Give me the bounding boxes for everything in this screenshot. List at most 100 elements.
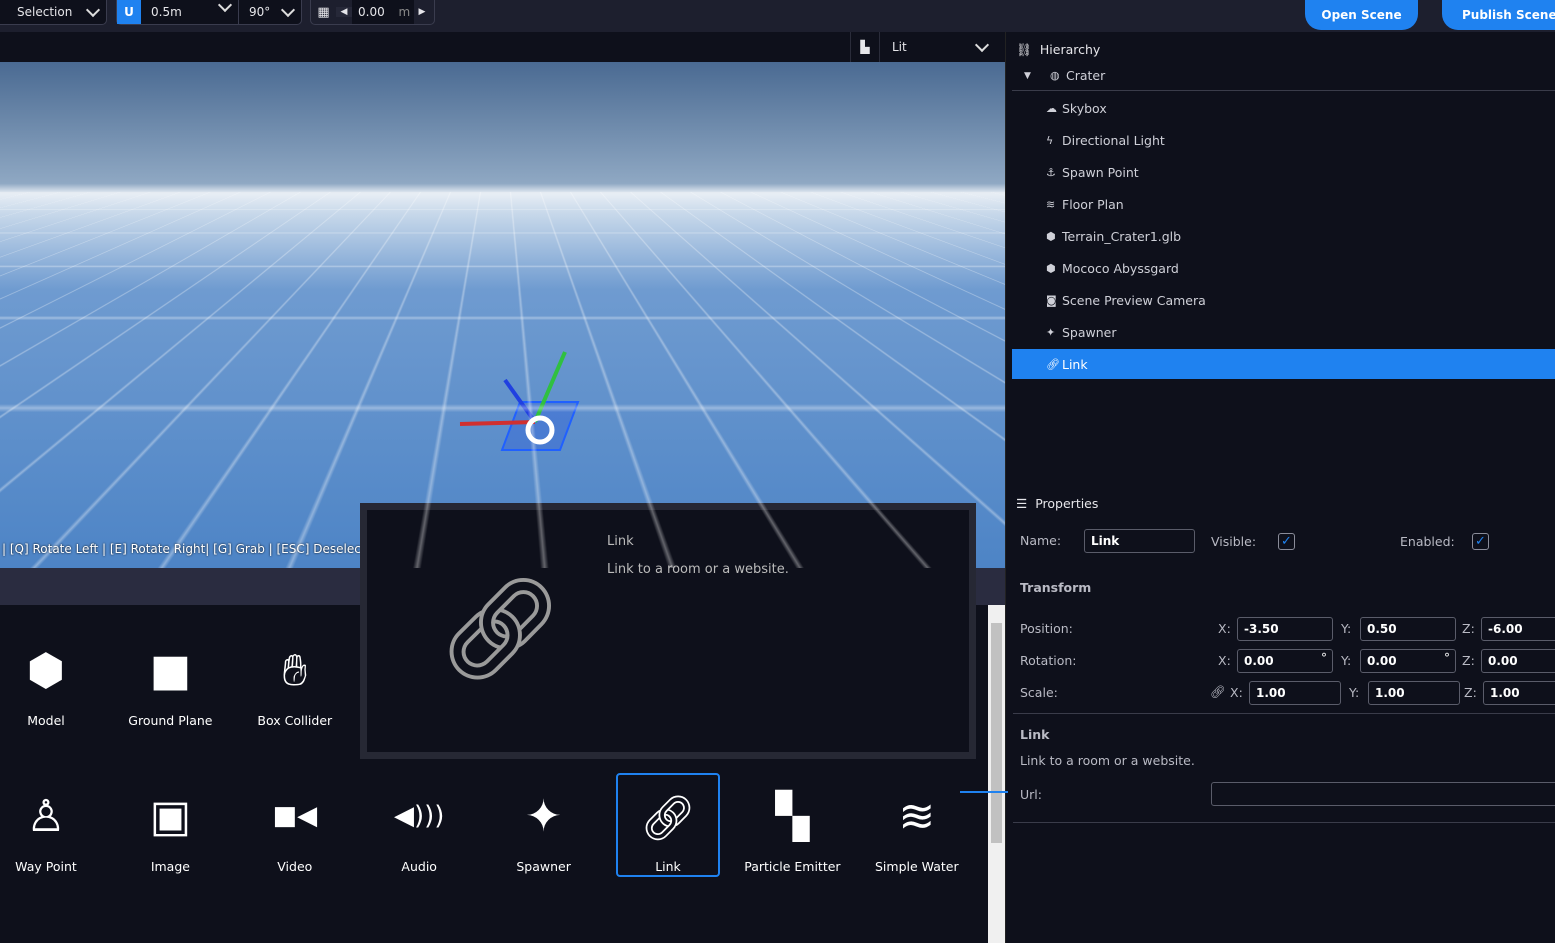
hand-icon: ✋︎ xyxy=(282,644,308,696)
asset-label: Particle Emitter xyxy=(744,859,841,874)
tooltip-description: Link to a room or a website. xyxy=(607,562,789,577)
hierarchy-item-label: Spawn Point xyxy=(1062,164,1139,180)
asset-item[interactable]: ■◀ Video xyxy=(243,773,347,877)
asset-item[interactable]: ■ Ground Plane xyxy=(118,627,222,731)
increment-icon[interactable]: ▶ xyxy=(414,7,430,17)
y-axis-label: Y: xyxy=(1341,621,1352,636)
asset-item[interactable]: ✋︎ Box Collider xyxy=(243,627,347,731)
scale-z-input[interactable]: 1.00 xyxy=(1483,681,1555,705)
rotation-x-value: 0.00 xyxy=(1244,654,1274,668)
hierarchy-item[interactable]: ☁ Skybox xyxy=(1012,93,1555,123)
grid-height-value: 0.00 xyxy=(358,5,385,19)
divider xyxy=(1013,822,1555,823)
y-axis-label: Y: xyxy=(1341,653,1352,668)
volume-icon: ◀))) xyxy=(393,801,445,831)
root-label: Crater xyxy=(1066,68,1106,83)
hierarchy-item[interactable]: ⚓ Spawn Point xyxy=(1012,157,1555,187)
hierarchy-item[interactable]: 🔗︎ Link xyxy=(1012,349,1555,379)
asset-item[interactable]: ▣ Image xyxy=(118,773,222,877)
z-axis-label: Z: xyxy=(1462,653,1475,668)
hierarchy-item[interactable]: ⬢ Terrain_Crater1.glb xyxy=(1012,221,1555,251)
asset-label: Video xyxy=(277,859,313,874)
rotation-z-input[interactable]: 0.00 xyxy=(1481,649,1555,673)
y-axis-label: Y: xyxy=(1349,685,1360,700)
top-toolbar: Selection U 0.5m 90° ▦ ◀ 0.00 m ▶ Open S… xyxy=(0,0,1555,32)
magic-icon: ✦ xyxy=(1046,325,1056,339)
position-z-input[interactable]: -6.00 xyxy=(1481,617,1555,641)
publish-scene-button[interactable]: Publish Scene... xyxy=(1442,0,1555,30)
transform-mode-select[interactable]: Selection xyxy=(0,0,107,25)
position-y-input[interactable]: 0.50 xyxy=(1360,617,1456,641)
asset-item[interactable]: ▚ Particle Emitter xyxy=(740,773,844,877)
open-scene-button[interactable]: Open Scene xyxy=(1305,0,1418,30)
transform-gizmo[interactable] xyxy=(440,342,590,452)
asset-tooltip: 🔗︎ Link Link to a room or a website. xyxy=(360,503,976,759)
properties-title: Properties xyxy=(1035,496,1099,511)
render-mode-value: Lit xyxy=(892,40,907,54)
rotation-x-input[interactable]: 0.00 ° xyxy=(1237,649,1333,673)
magnet-icon[interactable]: U xyxy=(117,0,141,24)
cube-icon: ⬢ xyxy=(26,644,66,696)
asset-label: Way Point xyxy=(15,859,77,874)
asset-item[interactable]: ♙ Way Point xyxy=(0,773,98,877)
name-input[interactable]: Link xyxy=(1084,529,1195,553)
grid-height-input[interactable]: 0.00 m xyxy=(352,0,414,24)
degree-unit: ° xyxy=(1444,651,1450,665)
caret-down-icon[interactable]: ▼ xyxy=(1024,71,1050,81)
grid-icon[interactable]: ▦ xyxy=(311,5,336,20)
grid-controls: ▦ ◀ 0.00 m ▶ xyxy=(310,0,435,25)
hierarchy-item[interactable]: ⬢ Mococo Abyssgard xyxy=(1012,253,1555,283)
asset-label: Box Collider xyxy=(257,713,333,728)
asset-label: Simple Water xyxy=(874,859,959,874)
link-icon: 🔗︎ xyxy=(640,793,696,844)
hierarchy-item[interactable]: ◙ Scene Preview Camera xyxy=(1012,285,1555,315)
link-scale-icon[interactable]: 🔗︎ xyxy=(1210,684,1226,700)
scale-x-input[interactable]: 1.00 xyxy=(1249,681,1341,705)
floor-grid xyxy=(0,62,1005,192)
asset-label: Image xyxy=(150,859,190,874)
url-arrow-indicator xyxy=(960,791,1008,793)
x-axis-label: X: xyxy=(1230,685,1243,700)
scale-z-value: 1.00 xyxy=(1490,686,1520,700)
position-x-input[interactable]: -3.50 xyxy=(1237,617,1333,641)
scene-viewport[interactable]: | [Q] Rotate Left | [E] Rotate Right| [G… xyxy=(0,62,1005,568)
name-label: Name: xyxy=(1020,533,1062,548)
visible-checkbox[interactable]: ✓ xyxy=(1278,533,1295,550)
scrollbar-thumb[interactable] xyxy=(991,623,1002,843)
scale-y-value: 1.00 xyxy=(1375,686,1405,700)
decrement-icon[interactable]: ◀ xyxy=(336,7,352,17)
enabled-checkbox[interactable]: ✓ xyxy=(1472,533,1489,550)
transform-title: Transform xyxy=(1020,580,1092,595)
rotation-label: Rotation: xyxy=(1020,653,1077,668)
cube-icon: ⬢ xyxy=(1046,229,1056,243)
scale-y-input[interactable]: 1.00 xyxy=(1368,681,1460,705)
stats-icon[interactable]: ▙ xyxy=(850,32,880,62)
asset-item[interactable]: ✦ Spawner xyxy=(492,773,596,877)
snap-controls: U 0.5m 90° xyxy=(116,0,302,25)
viewport-header: ▙ Lit xyxy=(0,32,1005,62)
snap-angle-select[interactable]: 90° xyxy=(238,0,301,24)
asset-label: Spawner xyxy=(516,859,571,874)
tooltip-title: Link xyxy=(607,534,634,549)
hierarchy-item[interactable]: ✦ Spawner xyxy=(1012,317,1555,347)
rotation-y-input[interactable]: 0.00 ° xyxy=(1360,649,1456,673)
hierarchy-root[interactable]: ▼ ◍ Crater xyxy=(1012,61,1555,91)
url-input[interactable] xyxy=(1211,782,1555,806)
chevron-down-icon xyxy=(974,37,990,52)
hierarchy-item[interactable]: ϟ Directional Light xyxy=(1012,125,1555,155)
assets-scrollbar[interactable] xyxy=(988,605,1005,943)
render-mode-select[interactable]: Lit xyxy=(882,32,997,62)
hierarchy-item[interactable]: ≋ Floor Plan xyxy=(1012,189,1555,219)
asset-item[interactable]: ◀))) Audio xyxy=(367,773,471,877)
asset-item[interactable]: ≋ Simple Water xyxy=(865,773,969,877)
hierarchy-item-label: Link xyxy=(1062,356,1088,372)
asset-item[interactable]: 🔗︎ Link xyxy=(616,773,720,877)
asset-label: Ground Plane xyxy=(128,713,213,728)
snap-distance-select[interactable]: 0.5m xyxy=(141,0,238,19)
asset-item[interactable]: ⬢ Model xyxy=(0,627,98,731)
hierarchy-title: Hierarchy xyxy=(1039,42,1101,57)
z-axis-label: Z: xyxy=(1462,621,1475,636)
position-z-value: -6.00 xyxy=(1488,622,1523,636)
mode-value: Selection xyxy=(17,5,73,19)
cube-icon: ⬢ xyxy=(1046,261,1056,275)
